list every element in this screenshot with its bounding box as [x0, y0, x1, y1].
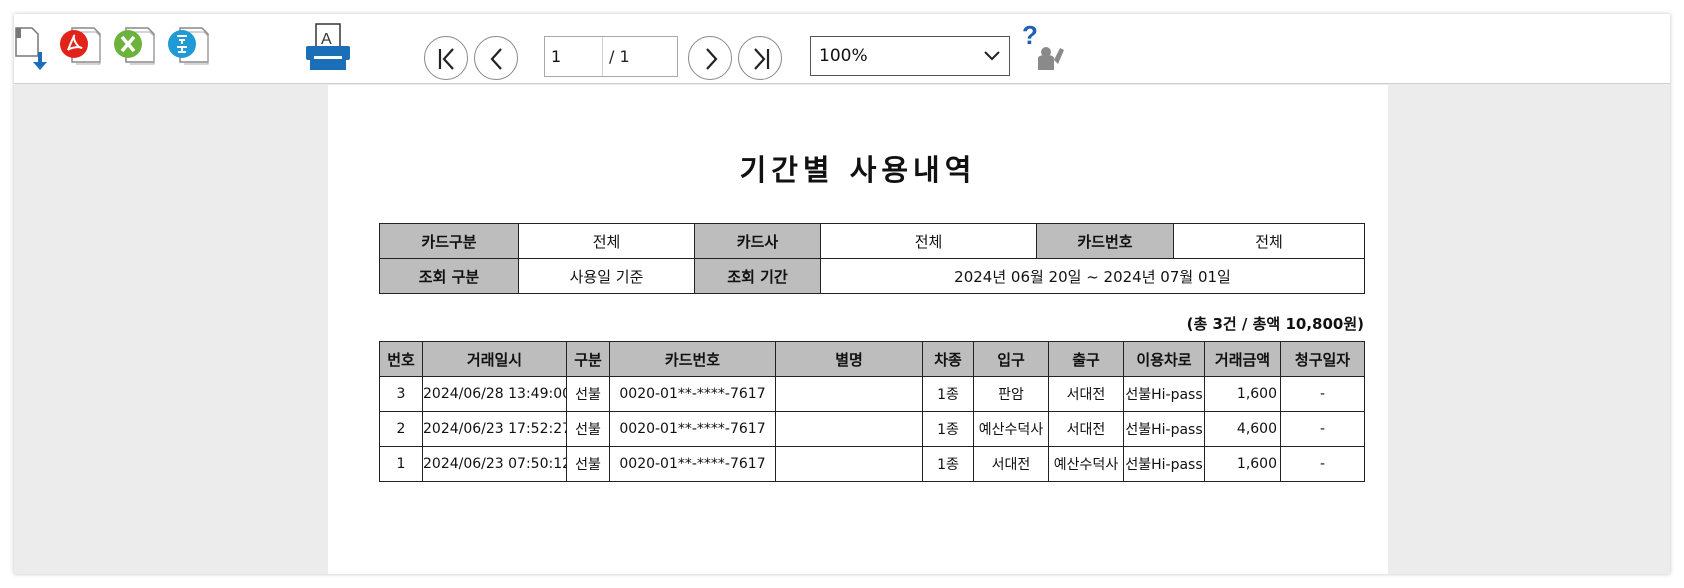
svg-text:?: ? — [1022, 22, 1038, 50]
filter-row: 카드구분 전체 카드사 전체 카드번호 전체 — [379, 223, 1365, 259]
column-header: 차종 — [922, 341, 974, 377]
column-header: 거래일시 — [422, 341, 567, 377]
pdf-icon[interactable] — [60, 22, 104, 72]
cell-amount: 4,600 — [1204, 411, 1281, 447]
cell-datetime: 2024/06/23 07:50:12 — [422, 446, 567, 482]
column-header: 카드번호 — [609, 341, 776, 377]
table-row: 1 2024/06/23 07:50:12 선불 0020-01**-****-… — [379, 446, 1365, 482]
filter-label-query-period: 조회 기간 — [694, 258, 821, 294]
cell-card-number: 0020-01**-****-7617 — [609, 376, 776, 412]
cell-type: 선불 — [566, 411, 610, 447]
last-page-icon — [754, 48, 770, 70]
filter-table: 카드구분 전체 카드사 전체 카드번호 전체 조회 구분 사용일 기준 조회 기… — [379, 223, 1365, 294]
column-header: 이용차로 — [1123, 341, 1205, 377]
column-header: 번호 — [379, 341, 423, 377]
table-row: 3 2024/06/28 13:49:00 선불 0020-01**-****-… — [379, 376, 1365, 412]
filter-label-card-number: 카드번호 — [1036, 223, 1174, 259]
filter-label-query-type: 조회 구분 — [379, 258, 519, 294]
cell-billing-date: - — [1280, 411, 1365, 447]
filter-label-card-type: 카드구분 — [379, 223, 519, 259]
cell-exit: 서대전 — [1048, 376, 1124, 412]
cell-number: 3 — [379, 376, 423, 412]
cell-exit: 예산수덕사 — [1048, 446, 1124, 482]
svg-text:A: A — [321, 31, 332, 48]
filter-value-card-type: 전체 — [518, 223, 695, 259]
prev-page-icon — [490, 48, 502, 70]
cell-card-number: 0020-01**-****-7617 — [609, 446, 776, 482]
next-page-icon — [706, 48, 718, 70]
page-indicator: / 1 — [544, 36, 678, 77]
table-header-row: 번호 거래일시 구분 카드번호 별명 차종 입구 출구 이용차로 거래금액 청구… — [379, 341, 1365, 377]
cell-amount: 1,600 — [1204, 446, 1281, 482]
cell-billing-date: - — [1280, 376, 1365, 412]
first-page-icon — [438, 48, 454, 70]
cell-vehicle-class: 1종 — [922, 411, 974, 447]
hwp-icon[interactable] — [168, 22, 212, 72]
cell-entry: 서대전 — [973, 446, 1049, 482]
cell-entry: 판암 — [973, 376, 1049, 412]
cell-lane: 선불Hi-pass — [1123, 376, 1205, 412]
column-header: 청구일자 — [1280, 341, 1365, 377]
cell-vehicle-class: 1종 — [922, 376, 974, 412]
filter-value-query-type: 사용일 기준 — [518, 258, 695, 294]
cell-card-number: 0020-01**-****-7617 — [609, 411, 776, 447]
cell-alias — [775, 411, 923, 447]
cell-type: 선불 — [566, 376, 610, 412]
chevron-down-icon — [984, 51, 1000, 61]
column-header: 입구 — [973, 341, 1049, 377]
cell-alias — [775, 376, 923, 412]
cell-type: 선불 — [566, 446, 610, 482]
cell-lane: 선불Hi-pass — [1123, 411, 1205, 447]
filter-label-card-company: 카드사 — [694, 223, 821, 259]
excel-icon[interactable] — [114, 22, 158, 72]
filter-value-card-number: 전체 — [1173, 223, 1365, 259]
cell-number: 1 — [379, 446, 423, 482]
column-header: 거래금액 — [1204, 341, 1281, 377]
cell-number: 2 — [379, 411, 423, 447]
toolbar: A / 1 — [14, 14, 1670, 84]
help-icon[interactable]: ? — [1020, 20, 1068, 72]
cell-datetime: 2024/06/23 17:52:27 — [422, 411, 567, 447]
zoom-value: 100% — [819, 46, 868, 66]
filter-value-query-period: 2024년 06월 20일 ~ 2024년 07월 01일 — [820, 258, 1365, 294]
last-page-button[interactable] — [738, 36, 782, 80]
cell-alias — [775, 446, 923, 482]
summary-total: (총 3건 / 총액 10,800원) — [1186, 315, 1364, 333]
column-header: 구분 — [566, 341, 610, 377]
print-icon[interactable]: A — [304, 22, 354, 72]
table-row: 2 2024/06/23 17:52:27 선불 0020-01**-****-… — [379, 411, 1365, 447]
report-page: 기간별 사용내역 카드구분 전체 카드사 전체 카드번호 전체 조회 구분 사용… — [328, 85, 1388, 574]
transactions-table: 번호 거래일시 구분 카드번호 별명 차종 입구 출구 이용차로 거래금액 청구… — [379, 341, 1365, 482]
next-page-button[interactable] — [688, 36, 732, 80]
cell-entry: 예산수덕사 — [973, 411, 1049, 447]
column-header: 별명 — [775, 341, 923, 377]
cell-exit: 서대전 — [1048, 411, 1124, 447]
cell-vehicle-class: 1종 — [922, 446, 974, 482]
cell-amount: 1,600 — [1204, 376, 1281, 412]
first-page-button[interactable] — [424, 36, 468, 80]
page-total: / 1 — [609, 47, 630, 66]
column-header: 출구 — [1048, 341, 1124, 377]
cell-lane: 선불Hi-pass — [1123, 446, 1205, 482]
cell-datetime: 2024/06/28 13:49:00 — [422, 376, 567, 412]
filter-value-card-company: 전체 — [820, 223, 1037, 259]
filter-row: 조회 구분 사용일 기준 조회 기간 2024년 06월 20일 ~ 2024년… — [379, 258, 1365, 294]
cell-billing-date: - — [1280, 446, 1365, 482]
report-viewer: A / 1 — [14, 14, 1670, 574]
prev-page-button[interactable] — [474, 36, 518, 80]
zoom-select[interactable]: 100% — [810, 36, 1010, 76]
save-export-icon[interactable] — [14, 22, 58, 72]
page-number-input[interactable] — [545, 37, 603, 76]
page-title: 기간별 사용내역 — [739, 153, 977, 187]
